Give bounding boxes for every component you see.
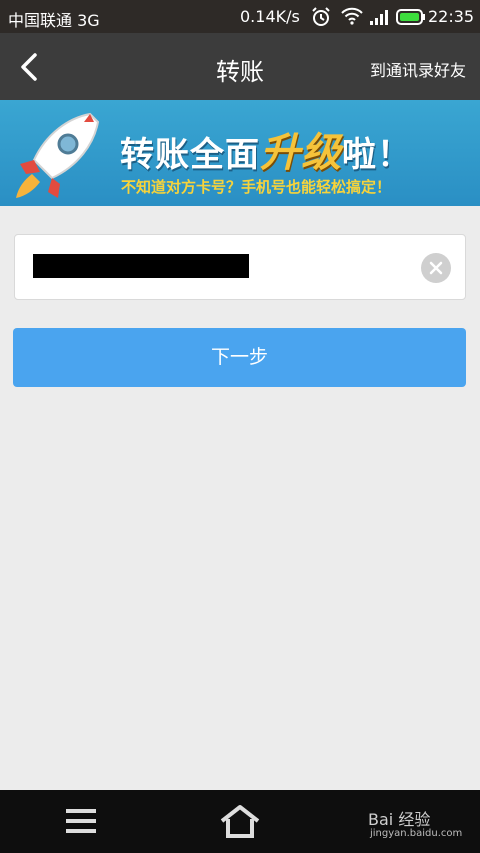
home-icon[interactable]: [219, 804, 261, 842]
close-icon: [429, 261, 443, 275]
system-nav-bar: Bai 经验 jingyan.baidu.com: [0, 790, 480, 853]
network-speed: 0.14K/s: [240, 7, 300, 26]
carrier-label: 中国联通 3G: [8, 11, 100, 30]
account-input[interactable]: [33, 247, 417, 287]
watermark: Bai 经验: [368, 810, 431, 829]
menu-icon[interactable]: [66, 808, 96, 838]
contacts-link[interactable]: 到通讯录好友: [370, 57, 466, 81]
account-input-box[interactable]: [14, 234, 466, 300]
battery-icon: [396, 9, 426, 29]
watermark-url: jingyan.baidu.com: [370, 828, 463, 839]
banner-headline: 转账全面升级啦！: [120, 120, 412, 178]
status-bar: 中国联通 3G 0.14K/s 22:35: [0, 0, 480, 33]
wifi-icon: [340, 7, 364, 29]
nav-bar: 转账 到通讯录好友: [0, 33, 480, 100]
signal-icon: [369, 9, 391, 29]
headline-prefix: 转账全面: [120, 135, 260, 175]
headline-highlight: 升级: [260, 130, 342, 176]
promo-banner[interactable]: 转账全面升级啦！ 不知道对方卡号？手机号也能轻松搞定！: [0, 100, 480, 206]
banner-subline: 不知道对方卡号？手机号也能轻松搞定！: [121, 178, 392, 196]
alarm-icon: [310, 6, 332, 32]
clock: 22:35: [428, 7, 475, 26]
next-step-button[interactable]: 下一步: [13, 328, 466, 387]
headline-suffix: 啦！: [342, 135, 412, 175]
clear-button[interactable]: [421, 253, 451, 283]
rocket-icon: [16, 112, 100, 198]
